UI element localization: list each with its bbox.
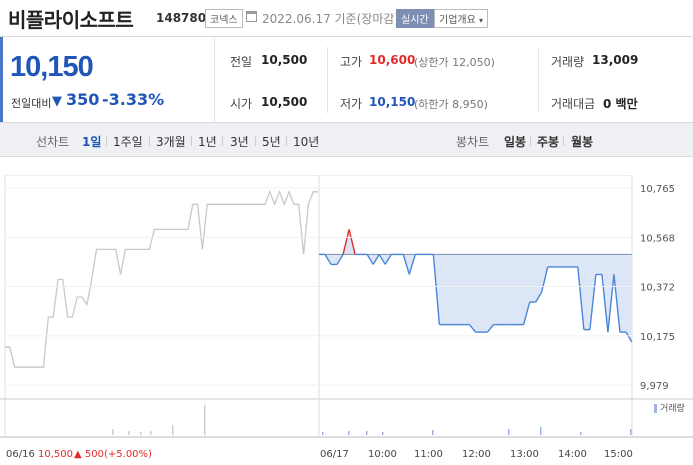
divider bbox=[538, 47, 539, 113]
change-value: 350 bbox=[66, 90, 100, 109]
volume-bar bbox=[382, 432, 384, 435]
volume-bar bbox=[204, 405, 206, 435]
volume-bar bbox=[112, 429, 114, 435]
tab-monthly-candle[interactable]: 월봉 bbox=[571, 133, 593, 150]
volume-bar bbox=[366, 431, 368, 435]
x-tick-label: 15:00 bbox=[604, 449, 633, 460]
volume-bar bbox=[540, 427, 542, 435]
volume-bars bbox=[112, 404, 657, 435]
price-summary: 10,150 전일대비 ▼ 350 -3.33% 전일 10,500 시가 10… bbox=[0, 36, 693, 123]
current-price: 10,150 bbox=[10, 51, 94, 83]
stock-name: 비플라이소프트 bbox=[8, 8, 134, 32]
upper-limit: (상한가 12,050) bbox=[414, 56, 495, 69]
date-text: 2022.06.17 기준(장마감) bbox=[262, 12, 400, 26]
line-chart-label: 선차트 bbox=[36, 135, 70, 149]
volume-bar bbox=[432, 430, 434, 435]
tab-1week[interactable]: 1주일 bbox=[113, 133, 143, 150]
amount-label: 거래대금 bbox=[551, 97, 596, 111]
volume-bar bbox=[508, 429, 510, 435]
tab-3year[interactable]: 3년 bbox=[230, 133, 249, 150]
volume-legend-swatch bbox=[654, 404, 657, 413]
tab-divider bbox=[222, 136, 223, 146]
volume-bar bbox=[172, 425, 174, 435]
chevron-down-icon: ▾ bbox=[479, 16, 484, 25]
low-value: 10,150 bbox=[369, 95, 416, 109]
amount-value: 0 백만 bbox=[603, 97, 638, 111]
y-tick-label: 9,979 bbox=[640, 381, 669, 392]
volume-bar bbox=[348, 431, 350, 435]
y-axis-labels: 10,765 10,568 10,372 10,175 9,979 bbox=[5, 184, 675, 392]
prev-day-summary: 10,500 ▲ 500 (+5.00%) bbox=[38, 449, 152, 460]
y-tick-label: 10,175 bbox=[640, 332, 675, 343]
price-chart[interactable]: 10,765 10,568 10,372 10,175 9,979 06/16 06/17… bbox=[0, 175, 693, 465]
company-overview-label: 기업개요 bbox=[439, 15, 476, 26]
change-label: 전일대비 bbox=[11, 97, 52, 110]
chart-tabbar: 선차트 1일 1주일 3개월 1년 3년 5년 10년 봉차트 일봉 주봉 월봉 bbox=[0, 122, 693, 157]
change-percent: -3.33% bbox=[102, 90, 165, 109]
tab-divider bbox=[530, 136, 531, 146]
tab-divider bbox=[255, 136, 256, 146]
prev-day-close: 10,500 bbox=[38, 449, 73, 460]
x-tick-label: 14:00 bbox=[558, 449, 587, 460]
low-label: 저가 bbox=[340, 97, 363, 111]
x-tick-label: 11:00 bbox=[414, 449, 443, 460]
lower-limit: (하한가 8,950) bbox=[414, 98, 488, 111]
accent-bar bbox=[0, 37, 3, 123]
prev-day-pct: (+5.00%) bbox=[104, 449, 152, 460]
tab-daily-candle[interactable]: 일봉 bbox=[504, 133, 526, 150]
y-tick-label: 10,765 bbox=[640, 184, 675, 195]
open-label: 시가 bbox=[230, 97, 253, 111]
divider bbox=[327, 47, 328, 113]
volume-bar bbox=[140, 432, 142, 435]
volume-bar bbox=[150, 431, 152, 435]
x-tick-label: 06/17 bbox=[320, 449, 349, 460]
tab-1day[interactable]: 1일 bbox=[82, 133, 101, 150]
tab-divider bbox=[563, 136, 564, 146]
calendar-icon bbox=[246, 11, 257, 22]
tab-1year[interactable]: 1년 bbox=[198, 133, 217, 150]
price-box: 10,150 전일대비 ▼ 350 -3.33% bbox=[0, 37, 215, 123]
x-tick-label: 12:00 bbox=[462, 449, 491, 460]
prev-close-value: 10,500 bbox=[261, 53, 308, 67]
volume-legend: 거래량 bbox=[660, 402, 685, 414]
y-tick-label: 10,568 bbox=[640, 233, 675, 244]
tab-divider bbox=[106, 136, 107, 146]
x-tick-label: 13:00 bbox=[510, 449, 539, 460]
stock-code: 148780 bbox=[156, 11, 207, 25]
tab-10year[interactable]: 10년 bbox=[293, 133, 319, 150]
market-badge: 코넥스 bbox=[205, 9, 243, 28]
volume-bar bbox=[128, 431, 130, 435]
candle-chart-label: 봉차트 bbox=[456, 135, 490, 149]
volume-bar bbox=[580, 432, 582, 435]
tab-weekly-candle[interactable]: 주봉 bbox=[537, 133, 559, 150]
volume-bar bbox=[630, 429, 632, 435]
open-value: 10,500 bbox=[261, 95, 308, 109]
tab-3month[interactable]: 3개월 bbox=[156, 133, 186, 150]
below-reference-area bbox=[319, 229, 632, 343]
tab-5year[interactable]: 5년 bbox=[262, 133, 281, 150]
high-label: 고가 bbox=[340, 55, 363, 69]
down-triangle-icon: ▼ bbox=[52, 94, 62, 109]
prev-day-change: ▲ 500 bbox=[74, 449, 104, 460]
x-tick-label: 06/16 bbox=[6, 449, 35, 460]
tab-divider bbox=[286, 136, 287, 146]
prev-day-line bbox=[5, 189, 318, 368]
realtime-button[interactable]: 실시간 bbox=[396, 9, 434, 28]
chart-area bbox=[319, 229, 632, 343]
tab-divider bbox=[149, 136, 150, 146]
volume-label: 거래량 bbox=[551, 55, 585, 69]
volume-value: 13,009 bbox=[592, 53, 639, 67]
prev-close-label: 전일 bbox=[230, 55, 253, 69]
company-overview-button[interactable]: 기업개요 ▾ bbox=[434, 9, 489, 28]
x-tick-label: 10:00 bbox=[368, 449, 397, 460]
y-tick-label: 10,372 bbox=[640, 283, 675, 294]
tab-divider bbox=[191, 136, 192, 146]
high-value: 10,600 bbox=[369, 53, 416, 67]
header: 비플라이소프트 148780 코넥스 2022.06.17 기준(장마감) 실시… bbox=[0, 0, 693, 36]
volume-bar bbox=[322, 432, 324, 435]
